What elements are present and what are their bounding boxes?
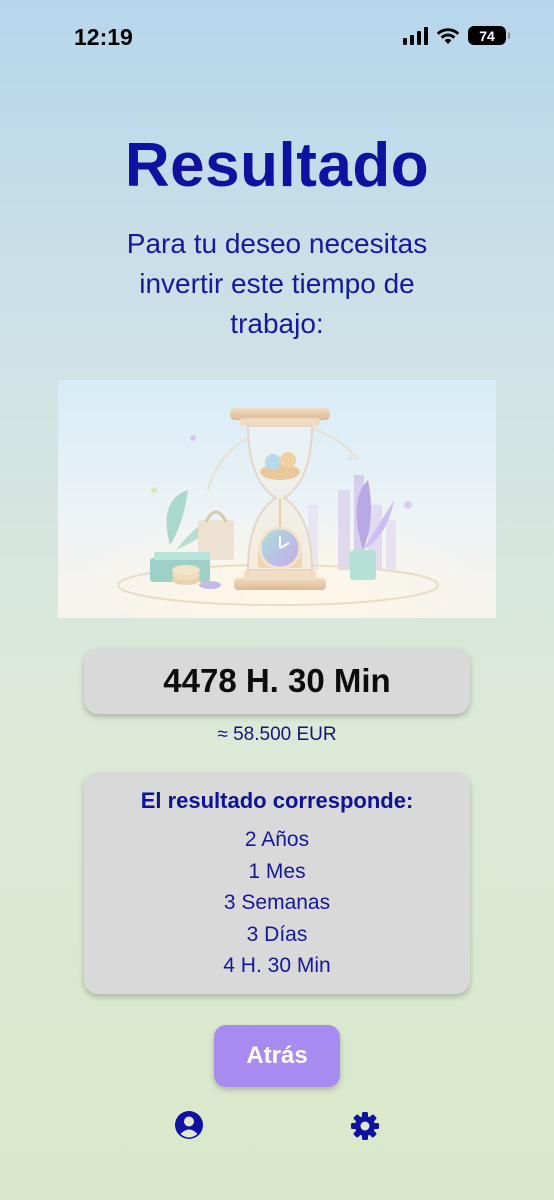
wifi-icon	[436, 27, 460, 44]
settings-icon[interactable]	[349, 1110, 381, 1142]
hours-result: 4478 H. 30 Min	[84, 648, 470, 714]
status-bar: 12:19 74	[0, 0, 554, 76]
page-title: Resultado	[124, 131, 430, 200]
breakdown-item: 3 Semanas	[223, 891, 331, 914]
status-icons: 74	[403, 26, 510, 45]
breakdown-item: 1 Mes	[248, 859, 306, 883]
amount-label: ≈ 58.500 EUR	[217, 724, 337, 745]
battery-icon: 74	[468, 26, 510, 45]
breakdown-item: 4 H. 30 Min	[223, 954, 331, 977]
signal-icon	[403, 26, 428, 45]
profile-icon[interactable]	[174, 1110, 204, 1140]
hourglass-coins-icon	[58, 380, 496, 618]
battery-level: 74	[479, 27, 495, 44]
breakdown-heading: El resultado corresponde:	[140, 788, 414, 813]
status-time: 12:19	[74, 24, 133, 50]
page-subtitle: Para tu deseo necesitas invertir este ti…	[126, 228, 428, 339]
breakdown-item: 3 Días	[246, 922, 308, 946]
breakdown-item: 2 Años	[244, 828, 310, 851]
back-button[interactable]: Atrás	[214, 1025, 340, 1087]
breakdown-card: El resultado corresponde: 2 Años 1 Mes 3…	[84, 772, 470, 994]
